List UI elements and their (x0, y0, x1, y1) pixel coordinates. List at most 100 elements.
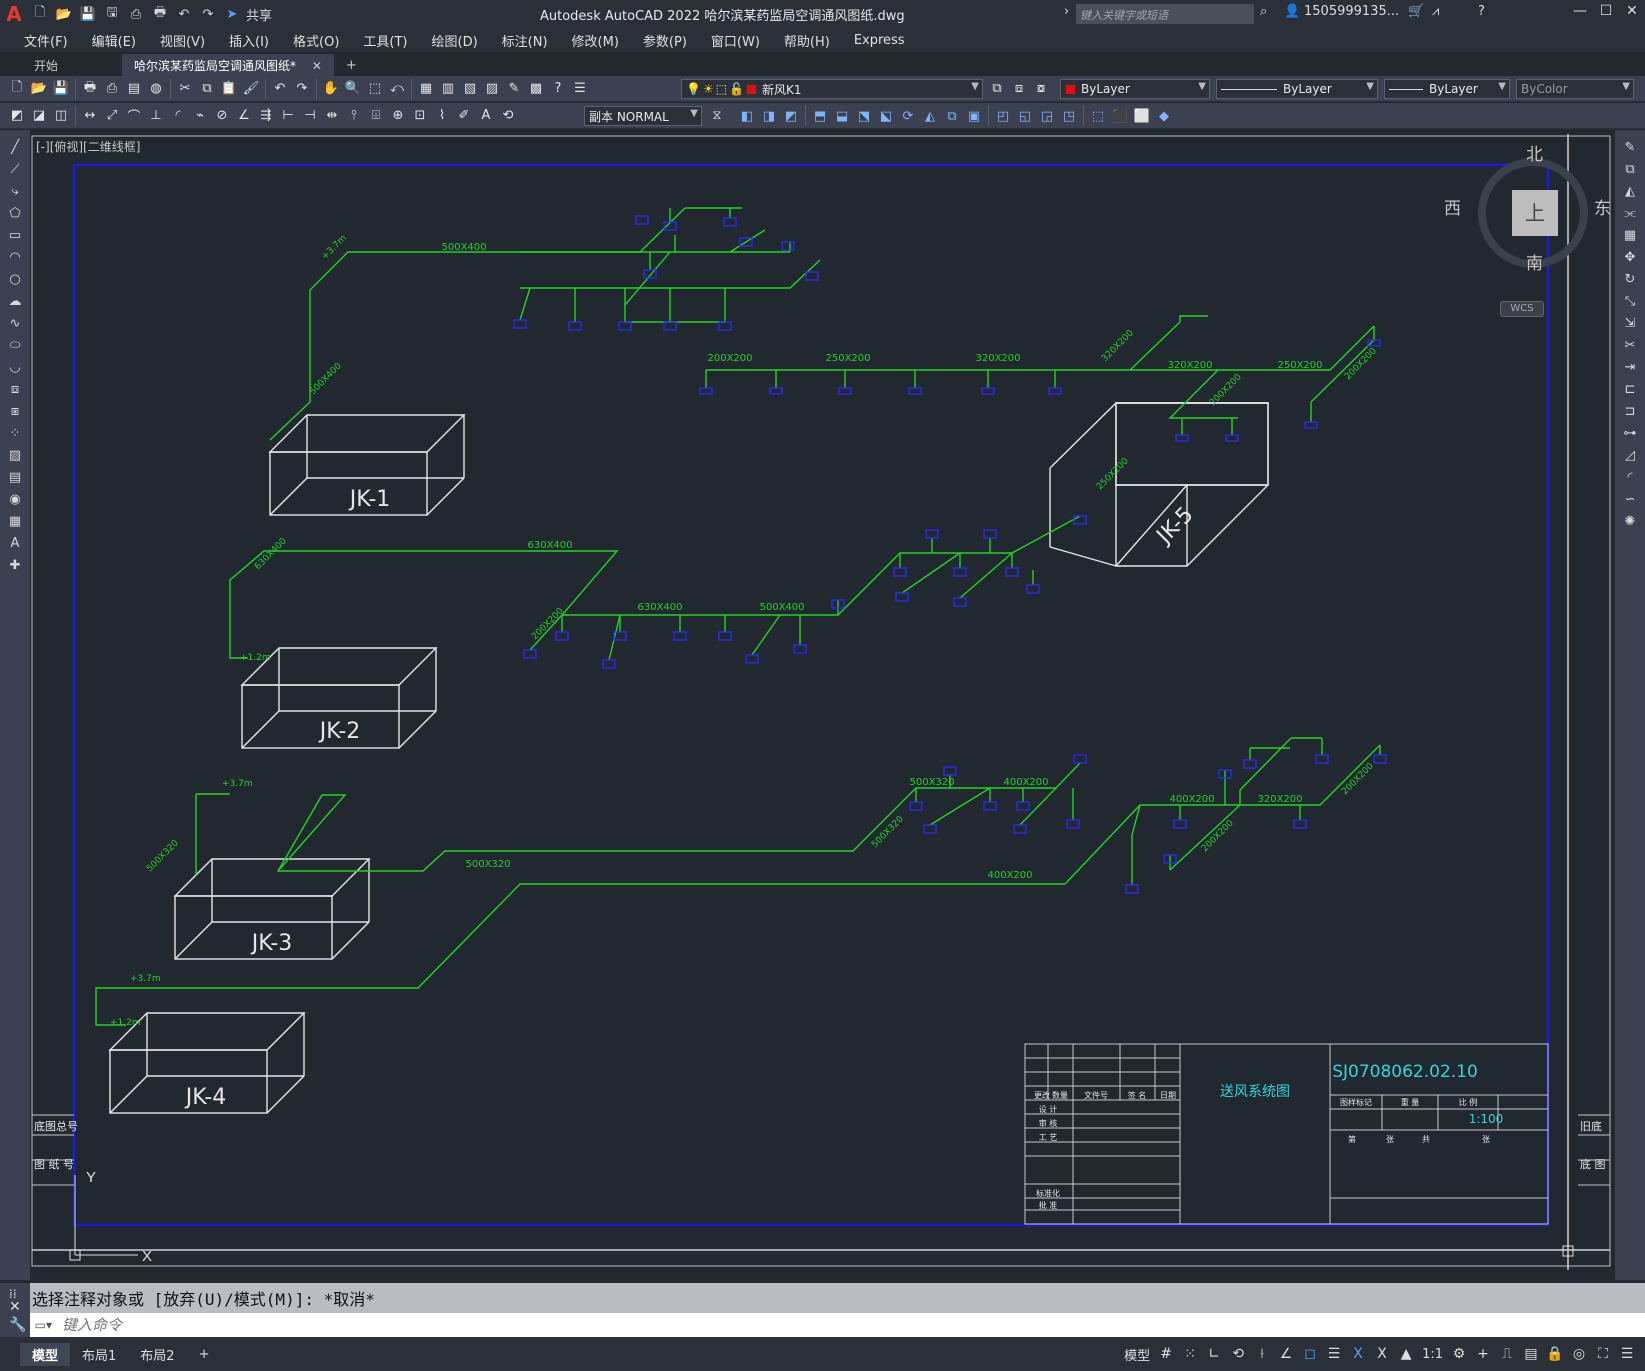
quick-properties-icon[interactable]: ▤ (1520, 1343, 1542, 1365)
jogged-linear-icon[interactable]: ⌇ (431, 105, 453, 127)
share-icon[interactable]: ➤ (222, 4, 242, 24)
compass-south[interactable]: 南 (1526, 249, 1543, 274)
copy-icon[interactable]: ⧉ (196, 78, 218, 100)
construction-line-icon[interactable]: ⟋ (7, 162, 23, 178)
line-icon[interactable]: ╱ (7, 140, 23, 156)
duct-system-4[interactable] (95, 737, 1381, 1026)
cut-icon[interactable]: ✂ (174, 78, 196, 100)
chevron-right-icon[interactable]: › (1064, 4, 1069, 19)
continue-icon[interactable]: ⊣ (299, 105, 321, 127)
offset-faces-icon[interactable]: ⬔ (853, 105, 875, 127)
save-icon[interactable]: 💾 (78, 4, 98, 24)
tolerance-icon[interactable]: ⌹ (365, 105, 387, 127)
arc-length-icon[interactable]: ⌒ (123, 105, 145, 127)
menu-insert[interactable]: 插入(I) (217, 31, 281, 50)
calculator-icon[interactable]: ▩ (525, 78, 547, 100)
check-icon[interactable]: ⬜ (1131, 105, 1153, 127)
ordinate-icon[interactable]: ⊥ (145, 105, 167, 127)
tab-start[interactable]: 开始 (22, 54, 70, 76)
scale-icon[interactable]: ⤡ (1622, 294, 1638, 310)
dimstyle-manager-icon[interactable]: ⧖ (706, 105, 728, 127)
open-file-icon[interactable]: 📂 (54, 4, 74, 24)
quick-dim-icon[interactable]: ⇶ (255, 105, 277, 127)
gradient-icon[interactable]: ▤ (7, 470, 23, 486)
duct-system-2[interactable] (229, 515, 1081, 661)
auto-scale-icon[interactable]: Ⅹ (1371, 1343, 1393, 1365)
make-current-icon[interactable]: ⧇ (1030, 78, 1052, 100)
undo-icon[interactable]: ↶ (269, 78, 291, 100)
minimize-button[interactable]: — (1567, 3, 1593, 25)
close-button[interactable]: ✕ (1619, 3, 1645, 25)
zoom-previous-icon[interactable]: ⤺ (386, 78, 408, 100)
extrude-faces-icon[interactable]: ⬒ (809, 105, 831, 127)
intersect-icon[interactable]: ◩ (780, 105, 802, 127)
jogged-icon[interactable]: ⌁ (189, 105, 211, 127)
preview-icon[interactable]: ⎙ (101, 78, 123, 100)
open-icon[interactable]: 📂 (28, 78, 50, 100)
snap-icon[interactable]: ⁙ (1179, 1343, 1201, 1365)
duct-system-5[interactable] (705, 315, 1375, 435)
delete-faces-icon[interactable]: ⬕ (875, 105, 897, 127)
extend-icon[interactable]: ⇥ (1622, 360, 1638, 376)
lineweight-dropdown[interactable]: ByLayer ▼ (1384, 79, 1510, 99)
layer-previous-icon[interactable]: ⧉ (986, 78, 1008, 100)
solidedit-icon[interactable]: ◆ (1153, 105, 1175, 127)
center-mark-icon[interactable]: ⊕ (387, 105, 409, 127)
menu-view[interactable]: 视图(V) (148, 31, 217, 50)
annotation-monitor-icon[interactable]: + (1472, 1343, 1494, 1365)
make-block-icon[interactable]: ⧆ (7, 404, 23, 420)
redo-icon[interactable]: ↷ (291, 78, 313, 100)
new-file-icon[interactable]: 🗋 (30, 4, 50, 24)
paste-icon[interactable]: 📋 (218, 78, 240, 100)
help-icon[interactable]: ? (1478, 4, 1485, 19)
plotstyle-dropdown[interactable]: ByColor ▼ (1516, 79, 1634, 99)
duct-system-1[interactable] (269, 207, 821, 441)
menu-tools[interactable]: 工具(T) (351, 31, 419, 50)
join-icon[interactable]: ⊶ (1622, 426, 1638, 442)
chamfer-icon[interactable]: ◿ (1622, 448, 1638, 464)
save-as-icon[interactable]: 🖫 (102, 4, 122, 24)
grid-icon[interactable]: # (1155, 1343, 1177, 1365)
share-label[interactable]: 共享 (246, 4, 272, 24)
lock-ui-icon[interactable]: 🔒 (1544, 1343, 1566, 1365)
layer-dropdown[interactable]: 💡 ☀ ⬚ 🔓 新风K1 ▼ (681, 79, 983, 99)
zoom-window-icon[interactable]: ⬚ (364, 78, 386, 100)
wcs-menu-button[interactable]: WCS (1500, 301, 1544, 317)
sheet-set-icon[interactable]: ▨ (481, 78, 503, 100)
object-snap-icon[interactable]: ◻ (1299, 1343, 1321, 1365)
space-icon[interactable]: ⇹ (321, 105, 343, 127)
copy-object-icon[interactable]: ⧉ (1622, 162, 1638, 178)
tab-model[interactable]: 模型 (20, 1342, 71, 1366)
shell-icon[interactable]: ⬛ (1109, 105, 1131, 127)
annotation-scale-icon[interactable]: ▲ (1395, 1343, 1417, 1365)
offset-icon[interactable]: ⫘ (1622, 206, 1638, 222)
model-space-button[interactable]: 模型 (1124, 1345, 1150, 1364)
customization-menu-icon[interactable]: ☰ (1616, 1343, 1638, 1365)
explode-icon[interactable]: ✺ (1622, 514, 1638, 530)
new-icon[interactable]: 🗋 (6, 78, 28, 100)
polyline-icon[interactable]: ⤷ (7, 184, 23, 200)
ortho-icon[interactable]: ∟ (1203, 1343, 1225, 1365)
subtract-icon[interactable]: ◨ (758, 105, 780, 127)
break-icon[interactable]: ⊐ (1622, 404, 1638, 420)
move-faces-icon[interactable]: ⬓ (831, 105, 853, 127)
publish-icon[interactable]: ⎙ (126, 4, 146, 24)
copy-edges-icon[interactable]: ◰ (992, 105, 1014, 127)
plot-icon[interactable]: 🖶 (150, 4, 170, 24)
pan-icon[interactable]: ✋ (320, 78, 342, 100)
blend-curves-icon[interactable]: ∽ (1622, 492, 1638, 508)
hatch-back-icon[interactable]: ◫ (50, 105, 72, 127)
annotation-scale-value[interactable]: 1:1 (1422, 1347, 1443, 1362)
revision-cloud-icon[interactable]: ☁ (7, 294, 23, 310)
drawing-canvas[interactable]: [-][俯视][二维线框] Y X 底图总号 图 纸 号 旧底 底 图 JK-1… (30, 130, 1615, 1280)
rotate-icon[interactable]: ↻ (1622, 272, 1638, 288)
linear-dim-icon[interactable]: ↔ (79, 105, 101, 127)
tool-palettes-icon[interactable]: ▧ (459, 78, 481, 100)
tab-layout1[interactable]: 布局1 (70, 1343, 128, 1366)
trim-icon[interactable]: ✂ (1622, 338, 1638, 354)
isolate-objects-icon[interactable]: ◎ (1568, 1343, 1590, 1365)
tab-layout2[interactable]: 布局2 (128, 1343, 186, 1366)
close-command-icon[interactable]: ✕ (9, 1299, 21, 1315)
multiline-text-icon[interactable]: A (7, 536, 23, 552)
break-at-point-icon[interactable]: ⊏ (1622, 382, 1638, 398)
